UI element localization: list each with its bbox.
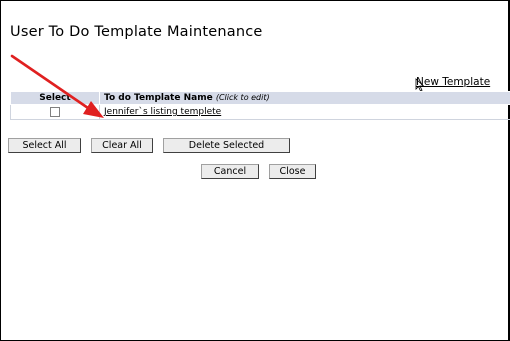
select-all-button[interactable]: Select All xyxy=(8,138,81,153)
clear-all-button[interactable]: Clear All xyxy=(91,138,153,153)
page-title: User To Do Template Maintenance xyxy=(10,24,263,40)
template-name-link[interactable]: Jennifer`s listing templete xyxy=(104,107,221,117)
table-header-row: Select To do Template Name (Click to edi… xyxy=(10,91,510,105)
delete-selected-button[interactable]: Delete Selected xyxy=(163,138,290,153)
close-button[interactable]: Close xyxy=(269,164,316,179)
templates-table: Select To do Template Name (Click to edi… xyxy=(10,91,510,120)
row-select-checkbox[interactable] xyxy=(50,106,60,117)
cancel-button[interactable]: Cancel xyxy=(201,164,259,179)
column-header-template-name: To do Template Name (Click to edit) xyxy=(99,91,510,105)
row-name-cell: Jennifer`s listing templete xyxy=(99,104,510,120)
column-header-hint: (Click to edit) xyxy=(215,93,270,102)
table-row: Jennifer`s listing templete xyxy=(10,104,510,120)
column-header-select: Select xyxy=(10,91,100,105)
new-template-link[interactable]: New Template xyxy=(416,76,490,88)
column-header-label: To do Template Name xyxy=(104,93,213,103)
row-select-cell xyxy=(10,104,100,120)
